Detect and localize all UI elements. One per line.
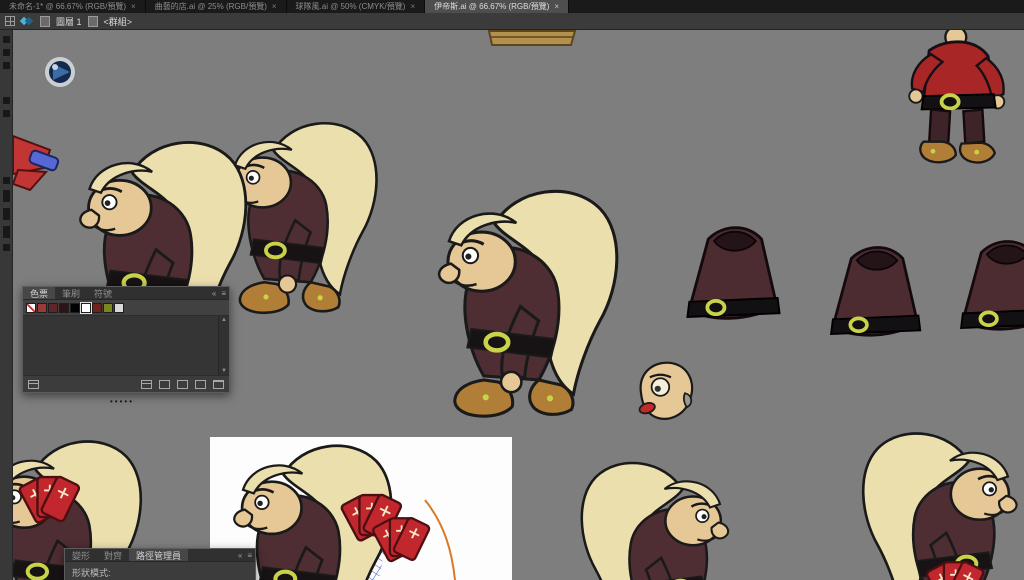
tool-icon[interactable]: [2, 62, 10, 69]
artboard-nav-icon[interactable]: [5, 16, 15, 26]
vest-artwork-1[interactable]: [685, 225, 782, 321]
swatch[interactable]: [37, 302, 47, 313]
crate-artwork[interactable]: [487, 30, 577, 46]
swatch-list-area[interactable]: ▲ ▼: [23, 316, 229, 376]
tool-icon[interactable]: [2, 208, 10, 220]
close-icon[interactable]: ×: [272, 2, 277, 11]
close-icon[interactable]: ×: [410, 2, 415, 11]
close-icon[interactable]: ×: [131, 2, 136, 11]
sphere-artwork[interactable]: [43, 55, 77, 89]
pathfinder-panel-tabs: 變形 對齊 路徑管理員 « ≡: [65, 549, 255, 562]
swatch-selected[interactable]: [80, 301, 92, 314]
scrollbar[interactable]: ▲ ▼: [218, 316, 229, 375]
vest-artwork-3[interactable]: [959, 239, 1024, 332]
tab-brushes[interactable]: 筆刷: [55, 287, 87, 299]
saw-tool-artwork[interactable]: [13, 134, 60, 192]
tab-symbols[interactable]: 符號: [87, 287, 119, 299]
swatch-libraries-icon[interactable]: [28, 379, 39, 389]
isolation-breadcrumb-bar: 圖層 1 <群組>: [0, 13, 1024, 30]
document-tab-1[interactable]: 未命名-1* @ 66.67% (RGB/預覽) ×: [0, 0, 146, 13]
tab-pathfinder[interactable]: 路徑管理員: [129, 549, 189, 561]
tab-title: 曲藝的店.ai @ 25% (RGB/預覽): [154, 2, 267, 11]
tab-title: 未命名-1* @ 66.67% (RGB/預覽): [9, 2, 127, 11]
breadcrumb-group[interactable]: <群組>: [104, 15, 133, 28]
swatch[interactable]: [114, 302, 124, 313]
scroll-up-icon[interactable]: ▲: [221, 317, 227, 323]
swatch-row: [23, 300, 229, 316]
tools-panel: [0, 30, 13, 580]
isolation-mode-icon[interactable]: [21, 15, 34, 27]
illustrator-window: 未命名-1* @ 66.67% (RGB/預覽) × 曲藝的店.ai @ 25%…: [0, 0, 1024, 580]
pathfinder-body: 形狀模式:: [65, 562, 255, 580]
witch-figure-center[interactable]: [439, 191, 617, 416]
swatch[interactable]: [59, 302, 69, 313]
panel-drag-handle[interactable]: •••••: [110, 397, 134, 406]
document-tab-bar: 未命名-1* @ 66.67% (RGB/預覽) × 曲藝的店.ai @ 25%…: [0, 0, 1024, 13]
scroll-down-icon[interactable]: ▼: [221, 368, 227, 374]
swatch-options-icon[interactable]: [159, 379, 170, 389]
document-tab-2[interactable]: 曲藝的店.ai @ 25% (RGB/預覽) ×: [146, 0, 287, 13]
tab-title: 球隊風.ai @ 50% (CMYK/預覽): [295, 2, 406, 11]
tool-icon[interactable]: [2, 49, 10, 56]
swatch[interactable]: [92, 302, 102, 313]
tab-swatches[interactable]: 色票: [23, 287, 56, 299]
pathfinder-panel: 變形 對齊 路徑管理員 « ≡ 形狀模式:: [64, 548, 256, 580]
swatches-panel-tabs: 色票 筆刷 符號 « ≡: [23, 287, 229, 300]
tab-align[interactable]: 對齊: [97, 549, 129, 561]
witch-figure-bottom-right[interactable]: [861, 431, 1019, 580]
tool-icon[interactable]: [2, 97, 10, 104]
panel-menu-icon[interactable]: ≡: [247, 551, 252, 560]
swatch[interactable]: [70, 302, 80, 313]
tool-icon[interactable]: [2, 226, 10, 238]
layer-thumb-icon: [40, 15, 50, 27]
tool-icon[interactable]: [2, 190, 10, 202]
collapse-panel-icon[interactable]: «: [212, 289, 216, 298]
swatch[interactable]: [103, 302, 113, 313]
tab-transform[interactable]: 變形: [65, 549, 97, 561]
vest-artwork-2[interactable]: [829, 245, 923, 338]
tool-icon[interactable]: [2, 244, 10, 251]
panel-menu-icon[interactable]: ≡: [221, 289, 226, 298]
collapse-panel-icon[interactable]: «: [238, 551, 242, 560]
bald-head-artwork[interactable]: [637, 361, 694, 420]
tool-icon[interactable]: [2, 36, 10, 43]
breadcrumb-layer[interactable]: 圖層 1: [56, 15, 82, 28]
document-tab-3[interactable]: 球隊風.ai @ 50% (CMYK/預覽) ×: [287, 0, 426, 13]
tool-icon[interactable]: [2, 110, 10, 117]
shape-modes-label: 形狀模式:: [72, 568, 111, 578]
new-color-group-icon[interactable]: [177, 379, 188, 389]
witch-figure-2[interactable]: [224, 121, 379, 315]
red-shirt-figure[interactable]: [907, 30, 1007, 165]
tool-icon[interactable]: [2, 177, 10, 184]
witch-figure-bottom-mid[interactable]: [579, 461, 731, 580]
group-thumb-icon: [87, 15, 98, 27]
new-swatch-icon[interactable]: [195, 379, 206, 389]
swatches-panel: 色票 筆刷 符號 « ≡ ▲ ▼: [22, 286, 230, 393]
close-icon[interactable]: ×: [554, 2, 559, 11]
tab-title: 伊帝斯.ai @ 66.67% (RGB/預覽): [434, 2, 550, 11]
delete-swatch-icon[interactable]: [213, 379, 224, 389]
swatch-kinds-icon[interactable]: [141, 379, 152, 389]
swatches-panel-footer: [23, 376, 229, 392]
swatch[interactable]: [48, 302, 58, 313]
document-tab-4-active[interactable]: 伊帝斯.ai @ 66.67% (RGB/預覽) ×: [425, 0, 570, 13]
swatch-none[interactable]: [26, 302, 36, 313]
